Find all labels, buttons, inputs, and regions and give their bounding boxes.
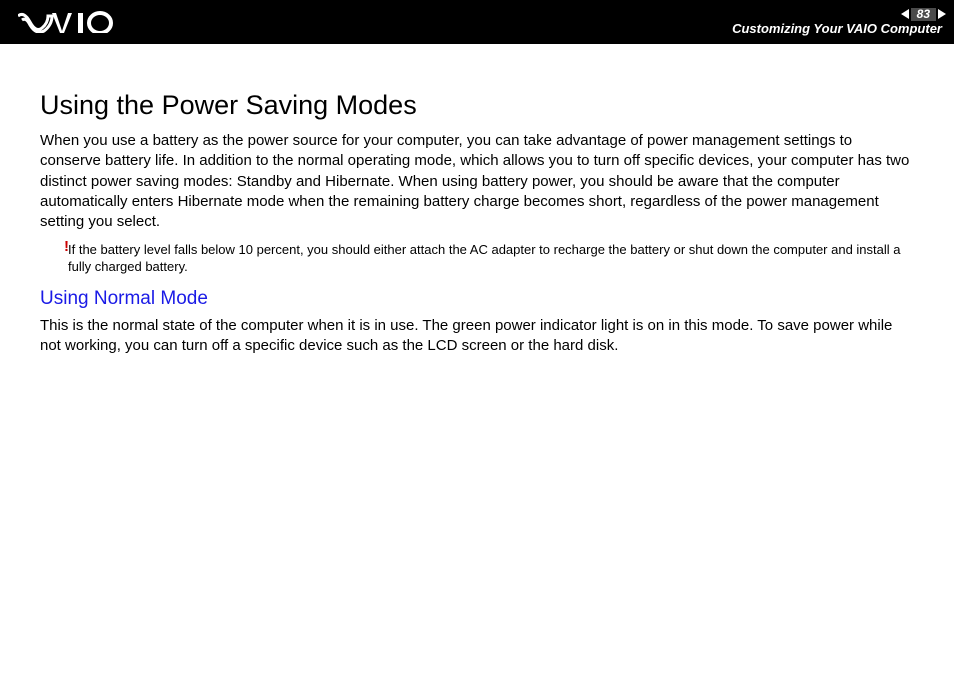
- page-nav: 83: [901, 8, 946, 21]
- page-content: Using the Power Saving Modes When you us…: [0, 44, 954, 357]
- nav-prev-icon[interactable]: [901, 9, 909, 19]
- page-header: 83 Customizing Your VAIO Computer: [0, 0, 954, 44]
- normal-mode-paragraph: This is the normal state of the computer…: [40, 316, 914, 357]
- page-number: 83: [911, 8, 936, 21]
- vaio-logo: [18, 11, 114, 33]
- intro-paragraph: When you use a battery as the power sour…: [40, 131, 914, 232]
- vaio-logo-icon: [18, 11, 114, 33]
- page-title: Using the Power Saving Modes: [40, 90, 914, 121]
- warning-note: ! If the battery level falls below 10 pe…: [40, 242, 914, 276]
- header-right: 83 Customizing Your VAIO Computer: [732, 8, 946, 36]
- nav-next-icon[interactable]: [938, 9, 946, 19]
- warning-text: If the battery level falls below 10 perc…: [68, 242, 914, 276]
- subheading-normal-mode: Using Normal Mode: [40, 288, 914, 310]
- breadcrumb: Customizing Your VAIO Computer: [732, 22, 946, 36]
